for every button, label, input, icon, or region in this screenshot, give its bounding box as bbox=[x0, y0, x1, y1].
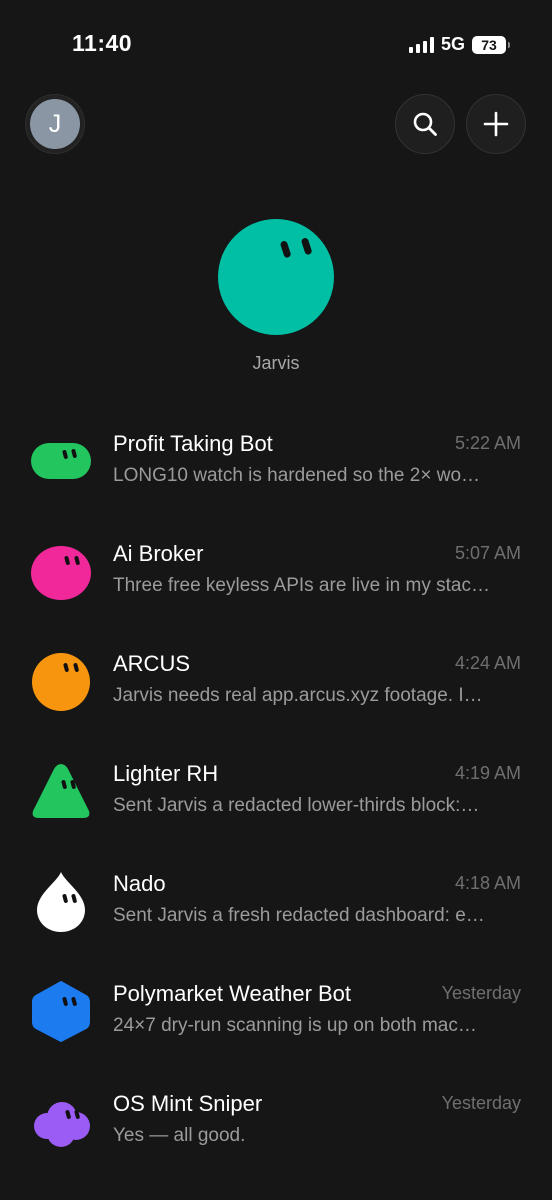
battery-icon: 73 bbox=[472, 35, 510, 54]
new-chat-button[interactable] bbox=[466, 94, 526, 154]
chat-preview: Sent Jarvis a fresh redacted dashboard: … bbox=[113, 905, 485, 926]
chat-name: Profit Taking Bot bbox=[113, 431, 273, 456]
green-triangle-bot-icon bbox=[32, 764, 90, 818]
search-icon bbox=[413, 112, 437, 136]
chat-time: Yesterday bbox=[441, 1093, 521, 1113]
avatar: J bbox=[30, 99, 80, 149]
chat-row-polymarket-weather-bot[interactable]: Polymarket Weather Bot Yesterday 24×7 dr… bbox=[0, 962, 552, 1072]
chat-time: 4:18 AM bbox=[454, 873, 521, 893]
chat-name: Ai Broker bbox=[113, 541, 204, 566]
green-pill-bot-icon bbox=[31, 443, 91, 479]
purple-cloud-bot-icon bbox=[34, 1102, 90, 1147]
chat-row-ai-broker[interactable]: Ai Broker 5:07 AM Three free keyless API… bbox=[0, 522, 552, 632]
chat-home-screen: 11:40 5G 73 J Jarvis Profit Taking Bot 5… bbox=[0, 0, 552, 1200]
chat-name: Polymarket Weather Bot bbox=[113, 981, 352, 1006]
chat-time: 5:07 AM bbox=[454, 543, 521, 563]
jarvis-avatar-icon[interactable] bbox=[217, 218, 335, 336]
battery-level: 73 bbox=[481, 36, 497, 53]
hero-name: Jarvis bbox=[252, 353, 300, 373]
profile-avatar-button[interactable]: J bbox=[25, 94, 85, 154]
chat-list: Profit Taking Bot 5:22 AM LONG10 watch i… bbox=[0, 412, 552, 1182]
chat-preview: Sent Jarvis a redacted lower-thirds bloc… bbox=[113, 795, 480, 816]
cellular-signal-icon bbox=[408, 36, 434, 53]
chat-name: ARCUS bbox=[113, 651, 191, 676]
chat-preview: LONG10 watch is hardened so the 2× wo… bbox=[113, 465, 481, 486]
chat-time: Yesterday bbox=[441, 983, 521, 1003]
chat-row-arcus[interactable]: ARCUS 4:24 AM Jarvis needs real app.arcu… bbox=[0, 632, 552, 742]
chat-row-lighter-rh[interactable]: Lighter RH 4:19 AM Sent Jarvis a redacte… bbox=[0, 742, 552, 852]
chat-time: 4:24 AM bbox=[454, 653, 521, 673]
orange-circle-bot-icon bbox=[32, 653, 90, 711]
chat-preview: Three free keyless APIs are live in my s… bbox=[113, 575, 490, 596]
chat-time: 5:22 AM bbox=[454, 433, 521, 453]
chat-preview: Yes — all good. bbox=[113, 1125, 246, 1146]
chat-name: Nado bbox=[113, 871, 166, 896]
chat-preview: Jarvis needs real app.arcus.xyz footage.… bbox=[113, 685, 483, 706]
network-type: 5G bbox=[440, 34, 465, 54]
chat-row-nado[interactable]: Nado 4:18 AM Sent Jarvis a fresh redacte… bbox=[0, 852, 552, 962]
avatar-initial: J bbox=[48, 109, 62, 138]
chat-preview: 24×7 dry-run scanning is up on both mac… bbox=[113, 1015, 477, 1036]
chat-name: OS Mint Sniper bbox=[113, 1091, 263, 1116]
blue-hexagon-bot-icon bbox=[32, 981, 90, 1042]
white-drop-bot-icon bbox=[37, 872, 85, 932]
pink-blob-bot-icon bbox=[31, 546, 91, 600]
chat-row-os-mint-sniper[interactable]: OS Mint Sniper Yesterday Yes — all good. bbox=[0, 1072, 552, 1182]
status-indicators: 5G 73 bbox=[408, 34, 510, 55]
search-button[interactable] bbox=[395, 94, 455, 154]
status-time: 11:40 bbox=[72, 30, 133, 56]
chat-name: Lighter RH bbox=[113, 761, 219, 786]
chat-row-profit-taking-bot[interactable]: Profit Taking Bot 5:22 AM LONG10 watch i… bbox=[0, 412, 552, 522]
plus-icon bbox=[483, 111, 509, 137]
chat-time: 4:19 AM bbox=[454, 763, 521, 783]
